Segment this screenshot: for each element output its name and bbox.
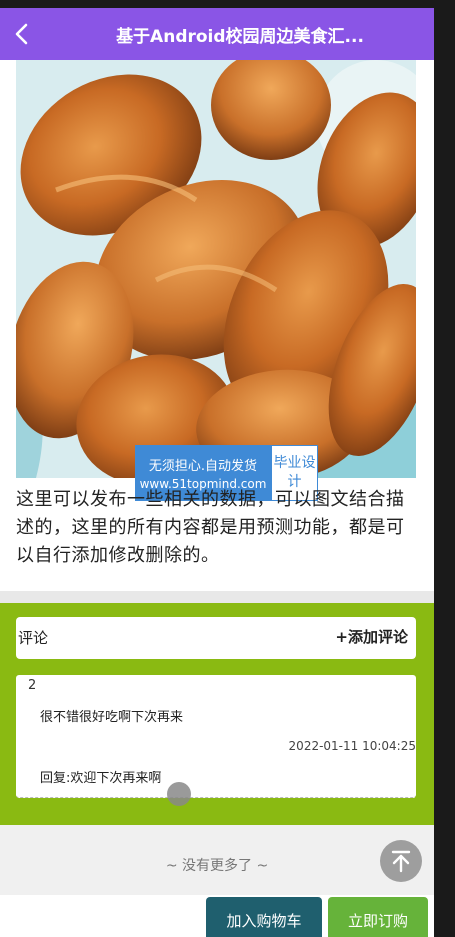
description-text: 这里可以发布一些相关的数据，可以图文结合描述的，这里的所有内容都是用预测功能，都…: [16, 489, 405, 566]
footer-bar: 加入购物车 立即订购: [0, 895, 434, 937]
comment-time: 2022-01-11 10:04:25: [288, 739, 416, 753]
comment-reply: 回复:欢迎下次再来啊: [40, 771, 162, 786]
comment-header: 评论 +添加评论: [16, 617, 416, 659]
comment-label: 评论: [18, 629, 49, 647]
top-bar: 基于Android校园周边美食汇...: [0, 8, 434, 60]
arrow-up-icon: [391, 850, 411, 873]
buy-now-button[interactable]: 立即订购: [328, 897, 428, 937]
add-to-cart-button[interactable]: 加入购物车: [206, 897, 322, 937]
page-title: 基于Android校园周边美食汇...: [116, 27, 364, 47]
chevron-left-icon[interactable]: [6, 18, 38, 50]
food-photo: [16, 60, 416, 478]
list-end-area: ~ 没有更多了 ~: [0, 825, 434, 895]
no-more-text: ~ 没有更多了 ~: [165, 858, 269, 874]
comment-item: 2 很不错很好吃啊下次再来 2022-01-11 10:04:25 回复:欢迎下…: [16, 675, 416, 798]
watermark-line1: 无须担心.自动发货: [148, 459, 258, 474]
comment-text: 很不错很好吃啊下次再来: [40, 710, 184, 725]
touch-indicator: [167, 782, 191, 806]
comment-section: 评论 +添加评论 2 很不错很好吃啊下次再来 2022-01-11 10:04:…: [0, 603, 434, 825]
add-comment-button[interactable]: +添加评论: [335, 626, 408, 647]
back-to-top-button[interactable]: [380, 840, 422, 882]
phone-screen: 基于Android校园周边美食汇... 无须担心.自动发货 www.51topm…: [0, 8, 434, 937]
comment-index: 2: [28, 678, 37, 693]
